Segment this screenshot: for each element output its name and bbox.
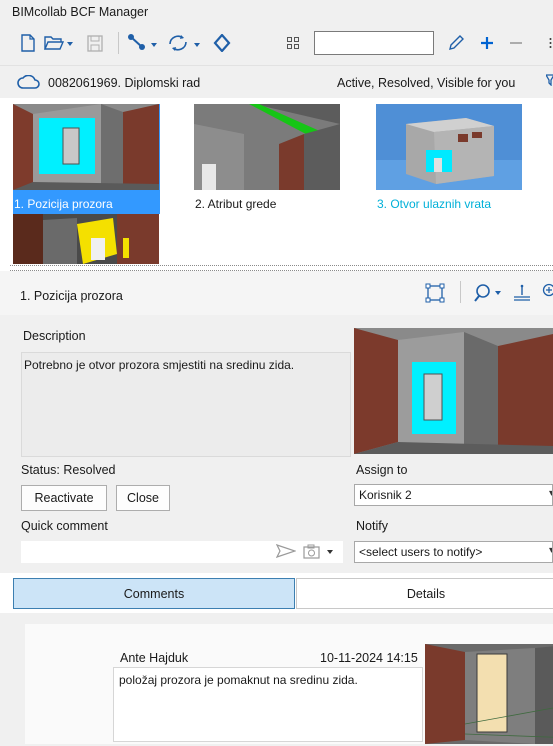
save-icon[interactable] [86, 31, 104, 55]
chevron-down-icon: ▾ [549, 545, 552, 556]
close-button[interactable]: Close [116, 485, 170, 511]
issue-item[interactable] [13, 214, 159, 264]
fit-view-icon[interactable] [425, 283, 445, 306]
comment-item: Ante Hajduk 10-11-2024 14:15 položaj pro… [25, 624, 553, 744]
server-icon[interactable] [212, 31, 232, 55]
quick-comment-label: Quick comment [21, 519, 108, 533]
issue-label: 3. Otvor ulaznih vrata [377, 197, 492, 211]
assign-to-dropdown[interactable]: Korisnik 2 ▾ [354, 484, 553, 506]
issue-thumbnail [13, 214, 159, 264]
zoom-search-icon[interactable] [473, 283, 503, 306]
comments-panel: Ante Hajduk 10-11-2024 14:15 položaj pro… [0, 613, 553, 746]
comment-author: Ante Hajduk [120, 651, 189, 665]
comment-snapshot-image[interactable] [425, 644, 553, 744]
tab-comments[interactable]: Comments [13, 578, 295, 609]
camera-icon[interactable] [303, 544, 343, 563]
notify-dropdown[interactable]: <select users to notify> ▾ [354, 541, 553, 563]
measure-icon[interactable] [513, 283, 531, 306]
description-label: Description [23, 329, 86, 343]
comment-date: 10-11-2024 14:15 [320, 651, 418, 665]
issue-detail-panel: Description Potrebno je otvor prozora sm… [0, 315, 553, 573]
remove-minus-icon[interactable] [508, 31, 524, 55]
detail-tabs: Comments Details [0, 573, 553, 613]
issue-list: 1. Pozicija prozora 2. Atribut grede 3. … [0, 98, 553, 265]
issue-item[interactable]: 3. Otvor ulaznih vrata [376, 104, 522, 214]
sync-icon[interactable] [166, 31, 202, 55]
add-plus-icon[interactable] [478, 31, 496, 55]
issue-label: 2. Atribut grede [195, 197, 277, 211]
assign-to-value: Korisnik 2 [359, 488, 412, 502]
description-field[interactable]: Potrebno je otvor prozora smjestiti na s… [21, 352, 351, 457]
assign-to-label: Assign to [356, 463, 408, 477]
send-icon[interactable] [275, 543, 297, 561]
zoom-in-icon[interactable] [542, 283, 553, 302]
toolbar [0, 22, 553, 66]
reactivate-button[interactable]: Reactivate [21, 485, 107, 511]
open-folder-icon[interactable] [44, 31, 74, 55]
issue-thumbnail [194, 104, 340, 190]
project-bar: 0082061969. Diplomski rad Active, Resolv… [0, 66, 553, 98]
issue-detail-header: 1. Pozicija prozora [0, 271, 553, 315]
issue-thumbnail [13, 104, 159, 190]
edit-pencil-icon[interactable] [446, 31, 466, 55]
issue-filter-label[interactable]: Active, Resolved, Visible for you [337, 76, 515, 90]
chevron-down-icon: ▾ [549, 488, 552, 499]
notify-label: Notify [356, 519, 388, 533]
project-name[interactable]: 0082061969. Diplomski rad [48, 76, 200, 90]
issue-label: 1. Pozicija prozora [14, 197, 113, 211]
issue-thumbnail [376, 104, 522, 190]
issue-item[interactable]: 2. Atribut grede [194, 104, 340, 214]
status-label: Status: Resolved [21, 463, 116, 477]
issue-item[interactable]: 1. Pozicija prozora [13, 104, 160, 214]
toolbar-overflow-icon[interactable] [548, 31, 552, 55]
filter-icon[interactable] [544, 74, 553, 89]
notify-value: <select users to notify> [359, 545, 483, 559]
issue-title: 1. Pozicija prozora [20, 289, 123, 303]
search-input[interactable] [314, 31, 434, 55]
grid-view-icon[interactable] [285, 31, 301, 55]
new-file-icon[interactable] [20, 31, 36, 55]
comment-text[interactable]: položaj prozora je pomaknut na sredinu z… [113, 667, 423, 742]
tab-details[interactable]: Details [296, 578, 553, 609]
connect-icon[interactable] [126, 31, 160, 55]
header-divider [460, 281, 461, 303]
cloud-icon [17, 74, 41, 92]
issue-snapshot-image[interactable] [354, 328, 553, 454]
window-title: BIMcollab BCF Manager [0, 0, 553, 22]
